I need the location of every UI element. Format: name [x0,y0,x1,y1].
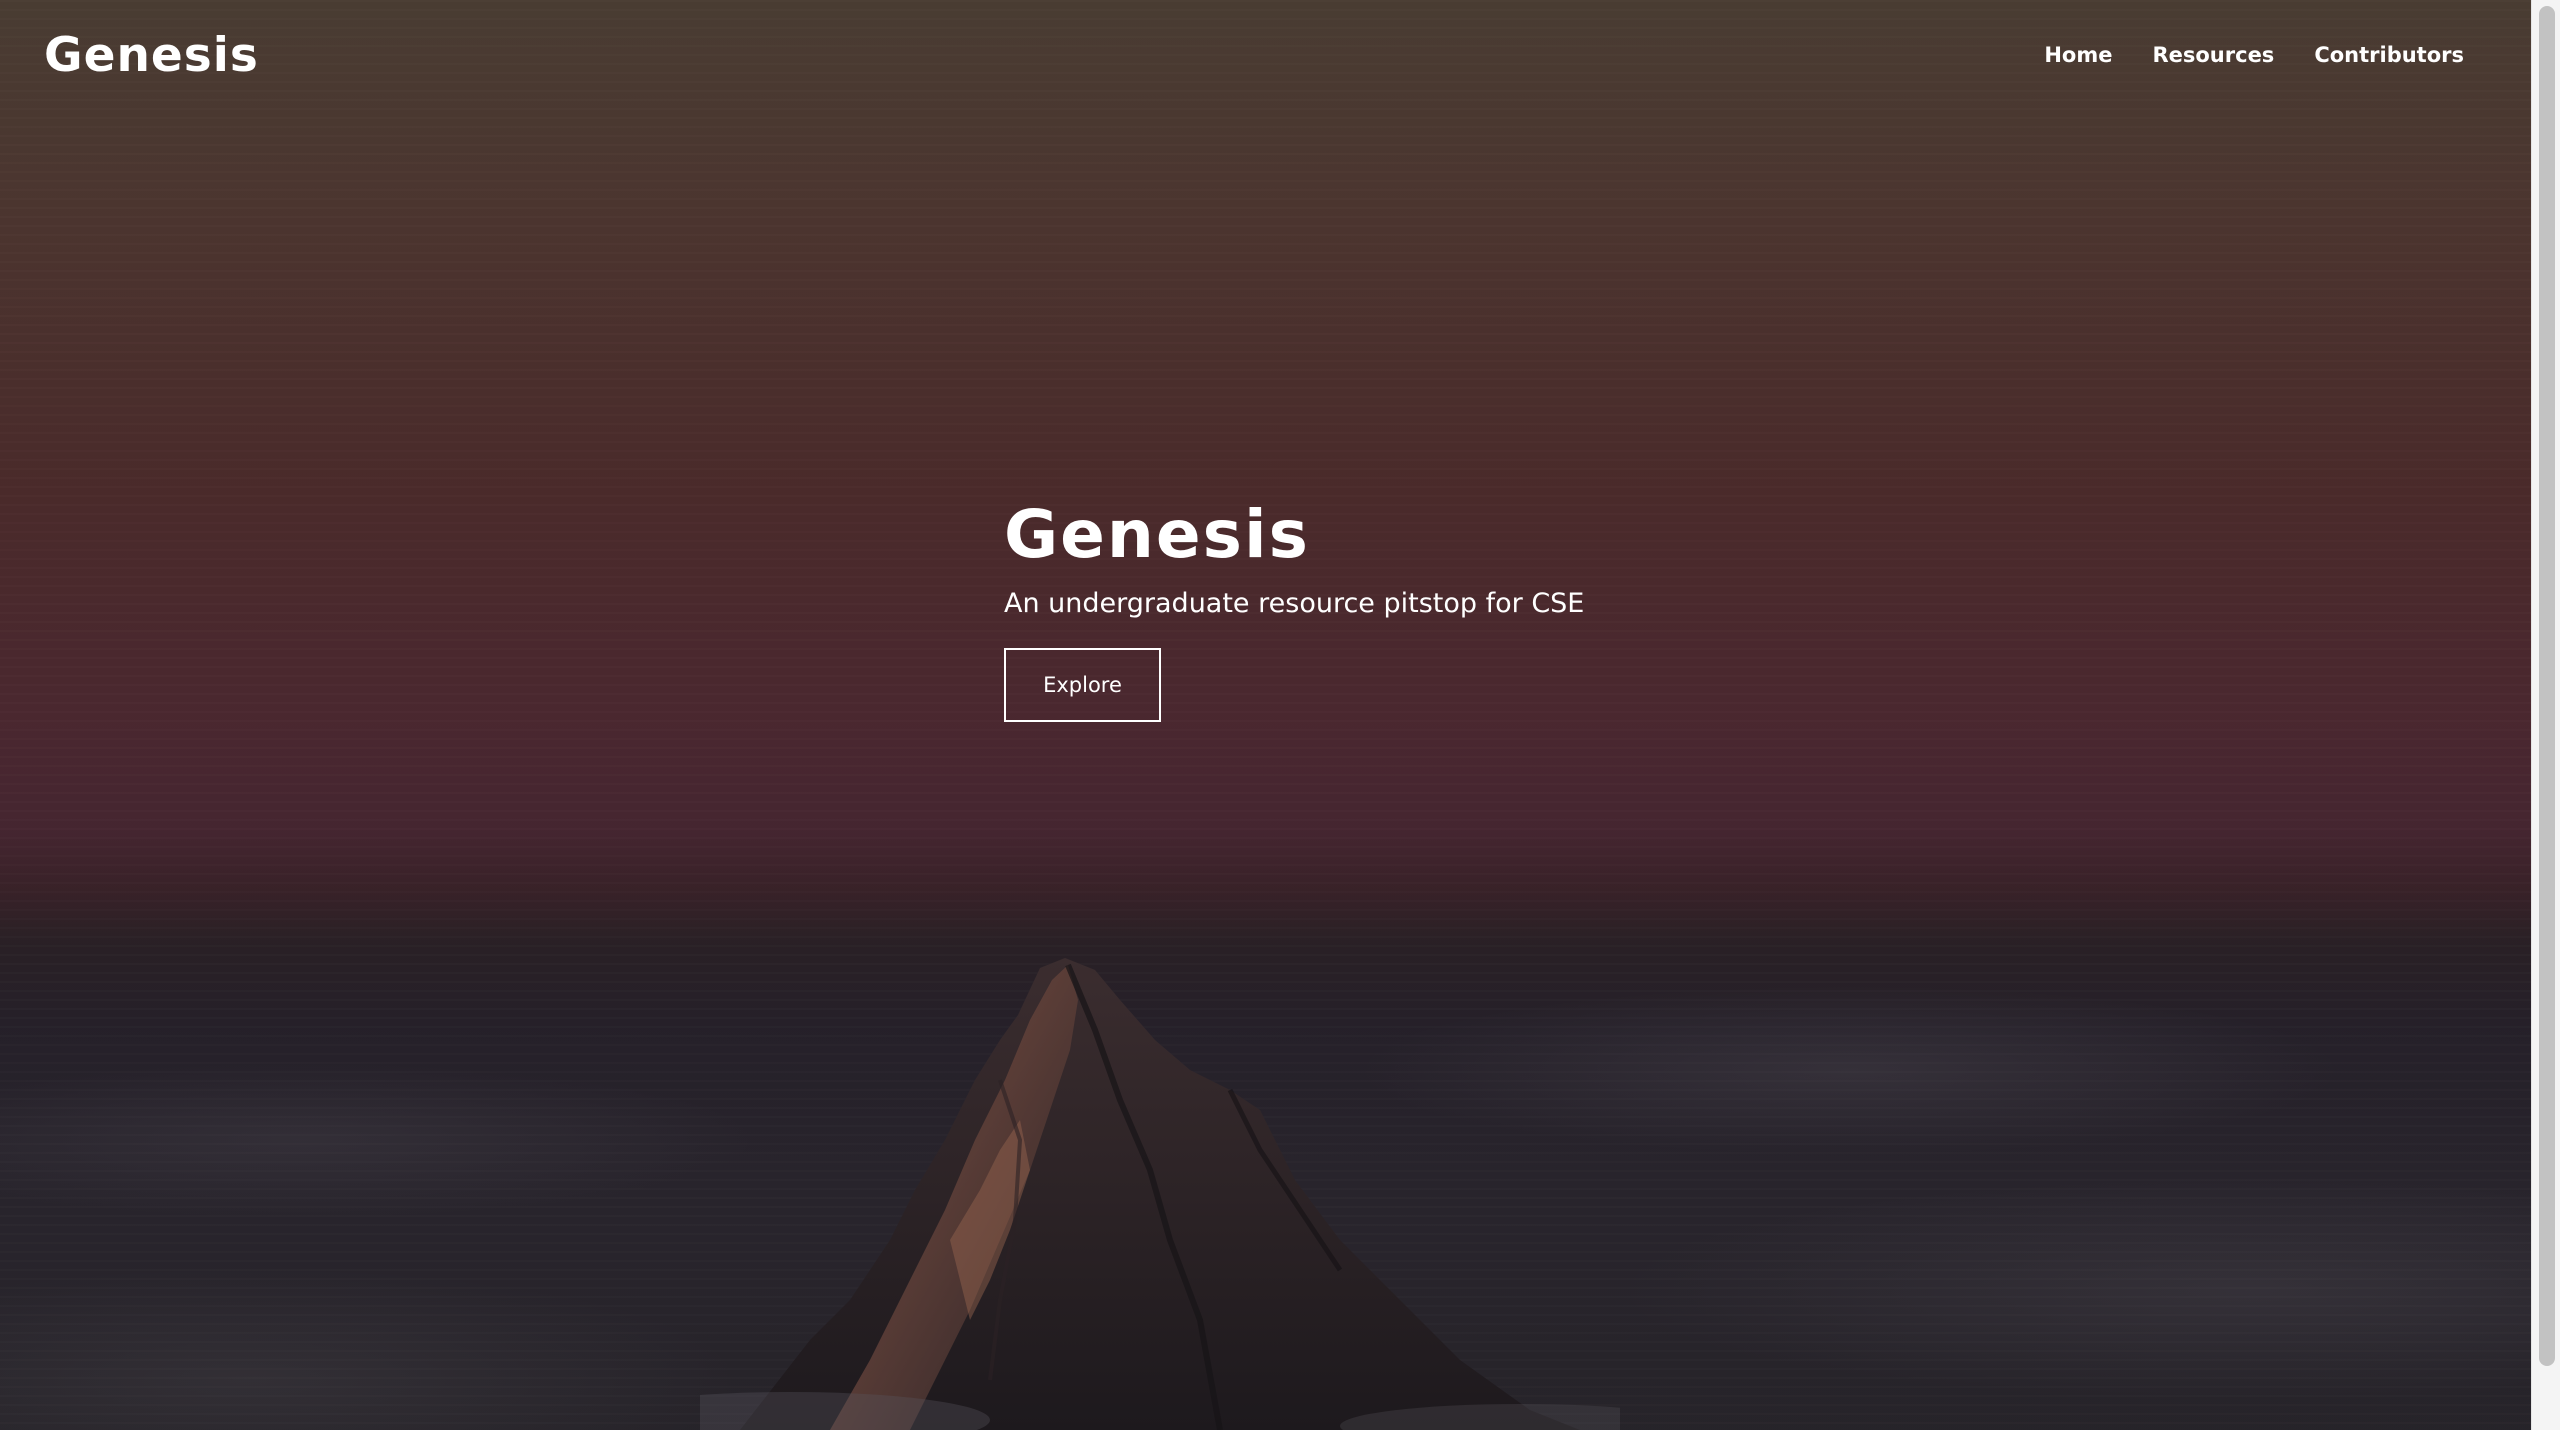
mountain-peak-image [700,958,1620,1430]
page-scrollbar[interactable] [2531,0,2560,1430]
hero-title: Genesis [1004,496,1310,573]
nav-link-home[interactable]: Home [2044,38,2112,72]
brand-logo[interactable]: Genesis [44,24,259,88]
explore-button[interactable]: Explore [1004,648,1161,722]
nav-link-contributors[interactable]: Contributors [2314,38,2464,72]
hero-subtitle: An undergraduate resource pitstop for CS… [1004,588,1585,619]
page: Genesis Home Resources Contributors Gene… [0,0,2560,1430]
nav-link-resources[interactable]: Resources [2152,38,2274,72]
hero-section: Genesis An undergraduate resource pitsto… [1004,494,1584,722]
nav-links: Home Resources Contributors [2044,38,2464,72]
top-navbar: Genesis Home Resources Contributors [0,0,2531,112]
scrollbar-thumb[interactable] [2539,6,2555,1366]
